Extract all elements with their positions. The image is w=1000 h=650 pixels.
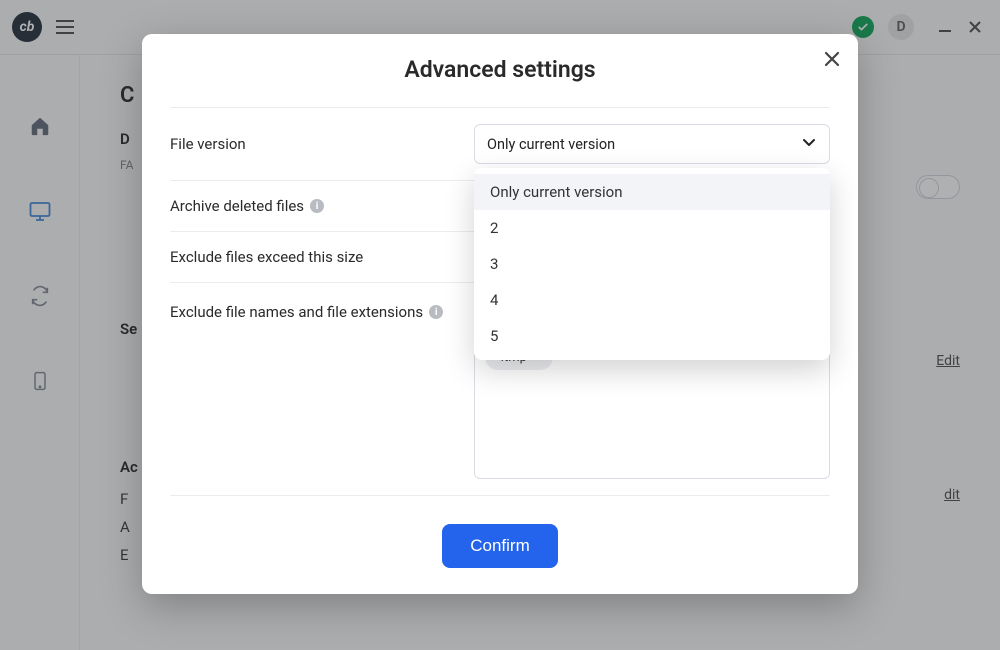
file-version-value: Only current version [487,136,615,153]
row-file-version: File version Only current version Only c… [170,107,830,180]
label-exclude-names-text: Exclude file names and file extensions [170,303,423,321]
file-version-option[interactable]: Only current version [474,174,830,210]
file-version-dropdown: Only current version2345 [474,168,830,360]
app-root: cb D C D FA Se [0,0,1000,650]
close-icon[interactable] [824,48,840,72]
file-version-select-wrap: Only current version Only current versio… [474,124,830,164]
label-archive-deleted-text: Archive deleted files [170,197,304,215]
info-icon[interactable]: i [429,305,443,319]
label-exclude-names: Exclude file names and file extensions i [170,299,443,321]
file-version-option[interactable]: 5 [474,318,830,354]
label-archive-deleted: Archive deleted files i [170,197,324,215]
label-file-version: File version [170,135,246,153]
file-version-select[interactable]: Only current version [474,124,830,164]
file-version-option[interactable]: 4 [474,282,830,318]
advanced-settings-modal: Advanced settings File version Only curr… [142,34,858,594]
modal-overlay: Advanced settings File version Only curr… [0,0,1000,650]
confirm-button[interactable]: Confirm [442,524,558,568]
file-version-option[interactable]: 2 [474,210,830,246]
modal-title: Advanced settings [170,56,830,83]
info-icon[interactable]: i [310,199,324,213]
label-exclude-size: Exclude files exceed this size [170,248,363,266]
file-version-option[interactable]: 3 [474,246,830,282]
chevron-down-icon [801,134,817,154]
